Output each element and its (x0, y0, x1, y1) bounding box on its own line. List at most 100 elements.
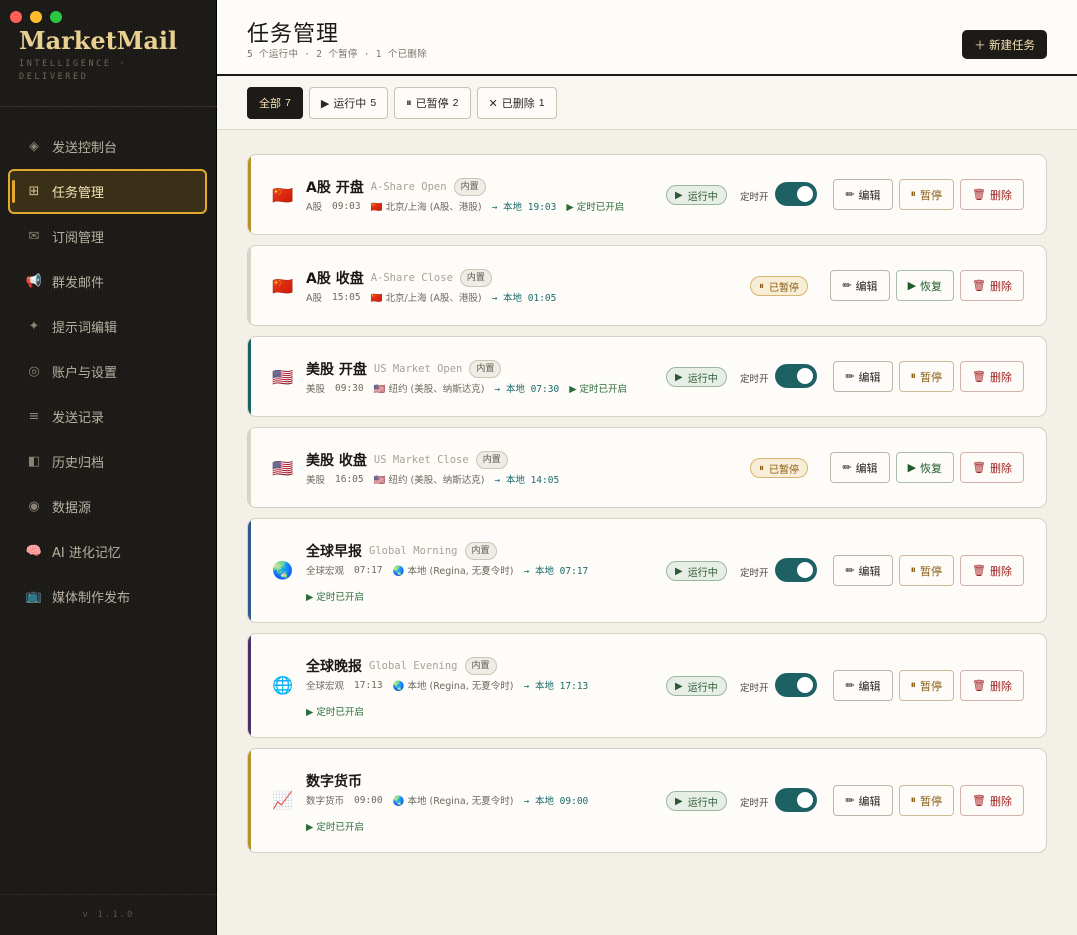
status-badge: ▶ 运行中 (666, 561, 727, 581)
schedule-enabled-text: ▶ 定时已开启 (306, 707, 364, 718)
schedule-toggle[interactable] (775, 364, 817, 388)
resume-button[interactable]: ▶ 恢复 (895, 270, 955, 301)
sidebar-item-send-log[interactable]: ≡ 发送记录 (8, 394, 207, 439)
filter-tab-paused[interactable]: ⏸ 已暂停 2 (394, 87, 471, 119)
maximize-window-button[interactable] (50, 11, 62, 23)
sidebar-item-label: 群发邮件 (52, 276, 105, 291)
edit-button[interactable]: ✏ 编辑 (830, 270, 890, 301)
pause-button[interactable]: ⏸ 暂停 (898, 785, 955, 816)
resume-button[interactable]: ▶ 恢复 (895, 452, 955, 483)
schedule-toggle[interactable] (775, 788, 817, 812)
task-meta-row: 美股 16:05 🇺🇸 纽约 (美股、纳斯达克) → 本地 14:05 (306, 472, 560, 487)
edit-button-label: 编辑 (855, 280, 878, 293)
task-name-en: A-Share Open (370, 181, 447, 193)
deleted-icon: ✕ (488, 97, 498, 110)
sidebar-item-ai-memory[interactable]: 🧠 AI 进化记忆 (8, 529, 207, 574)
paused-icon: ⏸ (406, 96, 412, 109)
task-local-time: → 本地 07:30 (494, 384, 560, 395)
task-local-time: → 本地 14:05 (494, 475, 560, 486)
schedule-toggle[interactable] (775, 558, 817, 582)
sidebar-item-label: AI 进化记忆 (52, 546, 121, 561)
task-title-row: 美股 收盘 US Market Close 内置 (306, 450, 508, 470)
edit-button[interactable]: ✏ 编辑 (830, 452, 890, 483)
pause-button[interactable]: ⏸ 暂停 (898, 670, 955, 701)
schedule-toggle[interactable] (775, 182, 817, 206)
filter-tab-running[interactable]: ▶ 运行中 5 (308, 87, 389, 119)
pause-icon: ⏸ (910, 679, 917, 691)
task-category: A股 (306, 202, 322, 213)
delete-button-label: 删除 (990, 462, 1012, 475)
sidebar-item-icon: ◧ (27, 454, 41, 469)
task-local-time: → 本地 19:03 (491, 202, 557, 213)
delete-button[interactable]: 🗑 删除 (960, 452, 1024, 483)
task-card: 🇨🇳 A股 开盘 A-Share Open 内置 A股 09:03 🇨🇳 北京/上海 (A股… (247, 154, 1047, 235)
task-name: 数字货币 (306, 774, 362, 790)
delete-button[interactable]: 🗑 删除 (960, 361, 1024, 392)
sidebar-item-console[interactable]: ◈ 发送控制台 (8, 124, 207, 169)
edit-button-label: 编辑 (858, 795, 881, 808)
task-title-row: A股 收盘 A-Share Close 内置 (306, 268, 492, 288)
status-label: 运行中 (687, 567, 718, 579)
task-flag-icon: 🌐 (272, 676, 294, 696)
task-meta-row: 美股 09:30 🇺🇸 纽约 (美股、纳斯达克) → 本地 07:30 ▶ 定时已开启 (306, 381, 627, 396)
sidebar-item-media-publish[interactable]: 📺 媒体制作发布 (8, 574, 207, 619)
schedule-toggle-label: 定时开 (740, 683, 769, 694)
delete-button[interactable]: 🗑 删除 (960, 785, 1024, 816)
sidebar-item-bulk-mail[interactable]: 📢 群发邮件 (8, 259, 207, 304)
edit-button[interactable]: ✏ 编辑 (833, 785, 893, 816)
timezone-label: 本地 (Regina, 无夏令时) (407, 681, 514, 692)
edit-button[interactable]: ✏ 编辑 (833, 555, 893, 586)
timezone-flag-icon: 🌏 (392, 796, 408, 807)
sidebar-item-prompt-editor[interactable]: ✦ 提示词编辑 (8, 304, 207, 349)
filter-tab-deleted[interactable]: ✕ 已删除 1 (476, 87, 557, 119)
pencil-icon: ✏ (842, 462, 852, 474)
play-icon: ▶ (907, 462, 917, 474)
sidebar-item-label: 数据源 (52, 501, 92, 516)
task-time: 16:05 (335, 473, 364, 485)
sidebar-item-account-settings[interactable]: ◎ 账户与设置 (8, 349, 207, 394)
delete-button[interactable]: 🗑 删除 (960, 555, 1024, 586)
delete-button-label: 删除 (990, 371, 1012, 384)
builtin-badge: 内置 (464, 542, 497, 560)
pause-button[interactable]: ⏸ 暂停 (898, 179, 955, 210)
task-actions: ✏ 编辑 ⏸ 暂停 🗑 删除 (833, 785, 1024, 816)
status-badge: ⏸ 已暂停 (750, 276, 808, 296)
close-window-button[interactable] (10, 11, 22, 23)
task-meta-row: A股 15:05 🇨🇳 北京/上海 (A股、港股) → 本地 01:05 (306, 290, 557, 305)
delete-button[interactable]: 🗑 删除 (960, 270, 1024, 301)
filter-tab-all[interactable]: 全部 7 (247, 87, 303, 119)
timezone-label: 纽约 (美股、纳斯达克) (388, 475, 485, 486)
edit-button[interactable]: ✏ 编辑 (833, 670, 893, 701)
sidebar-item-data-sources[interactable]: ◉ 数据源 (8, 484, 207, 529)
edit-button[interactable]: ✏ 编辑 (833, 361, 893, 392)
play-icon: ▶ (675, 680, 683, 692)
pause-button[interactable]: ⏸ 暂停 (898, 361, 955, 392)
new-task-button[interactable]: ＋ 新建任务 (962, 30, 1047, 59)
sidebar-item-history-archive[interactable]: ◧ 历史归档 (8, 439, 207, 484)
delete-button[interactable]: 🗑 删除 (960, 179, 1024, 210)
delete-button-label: 删除 (990, 189, 1012, 202)
task-name: 全球早报 (306, 544, 362, 560)
edit-button[interactable]: ✏ 编辑 (833, 179, 893, 210)
sidebar-item-tasks[interactable]: ⊞ 任务管理 (8, 169, 207, 214)
delete-button[interactable]: 🗑 删除 (960, 670, 1024, 701)
sidebar-item-icon: 🧠 (25, 544, 43, 559)
filter-tabs: 全部 7 ▶ 运行中 5 ⏸ 已暂停 2 ✕ 已删除 1 (247, 87, 557, 119)
task-category: 全球宏观 (306, 566, 345, 577)
builtin-badge: 内置 (475, 451, 508, 469)
timezone-label: 北京/上海 (A股、港股) (385, 202, 482, 213)
app-version: v 1.1.0 (82, 910, 135, 920)
schedule-toggle[interactable] (775, 673, 817, 697)
trash-icon: 🗑 (972, 189, 986, 201)
task-meta-row: A股 09:03 🇨🇳 北京/上海 (A股、港股) → 本地 19:03 ▶ 定时已开启 (306, 199, 624, 214)
pause-button[interactable]: ⏸ 暂停 (898, 555, 955, 586)
schedule-toggle-label: 定时开 (740, 798, 769, 809)
task-category: 美股 (306, 384, 326, 395)
sidebar-item-icon: ⊞ (28, 184, 40, 199)
schedule-enabled-text: ▶ 定时已开启 (306, 822, 364, 833)
trash-icon: 🗑 (972, 462, 986, 474)
task-local-time: → 本地 01:05 (491, 293, 557, 304)
minimize-window-button[interactable] (30, 11, 42, 23)
task-name-en: A-Share Close (370, 272, 453, 284)
sidebar-item-subscriptions[interactable]: ✉ 订阅管理 (8, 214, 207, 259)
